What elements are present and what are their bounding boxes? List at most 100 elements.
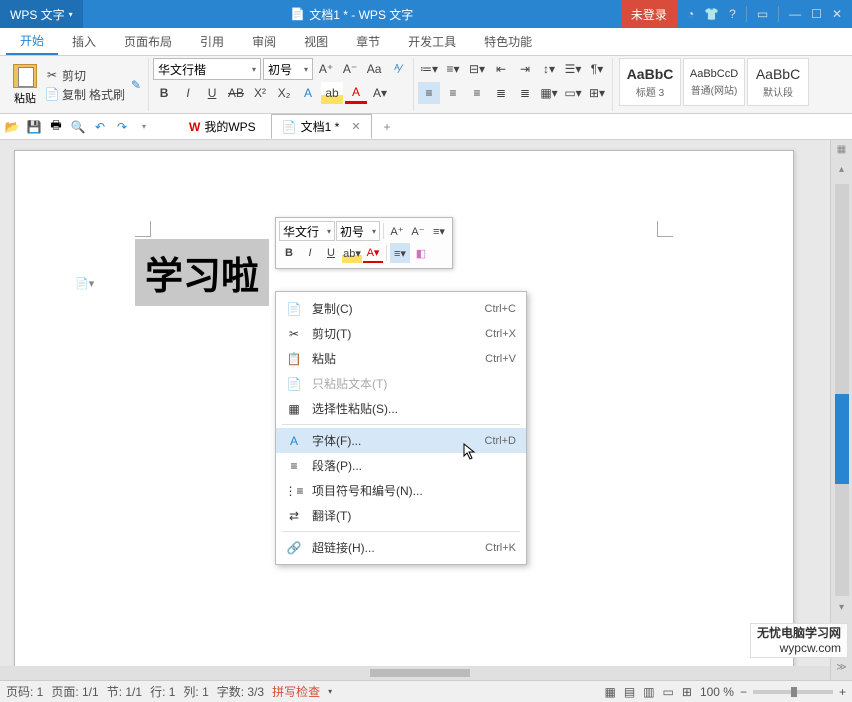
copy-button[interactable]: 📄复制 格式刷 (42, 85, 128, 104)
bullets-button[interactable]: ≔▾ (418, 58, 440, 80)
mini-shrink-font[interactable]: A⁻ (408, 221, 428, 241)
superscript-button[interactable]: X² (249, 82, 271, 104)
minimize-icon[interactable]: — (789, 7, 801, 21)
tab-layout[interactable]: 页面布局 (110, 28, 186, 55)
distribute-button[interactable]: ≣ (514, 82, 536, 104)
scroll-thumb[interactable] (835, 394, 849, 484)
mini-eraser[interactable]: ◧ (411, 243, 431, 263)
next-page-icon[interactable]: ≫ (835, 662, 849, 676)
nav-icon[interactable]: ▦ (835, 144, 849, 158)
selected-text[interactable]: 学习啦 (135, 239, 269, 306)
status-chars[interactable]: 字数: 3/3 (217, 683, 264, 700)
doc-tab[interactable]: 📄 文档1 * ✕ (271, 114, 372, 139)
page[interactable]: 📄▾ 学习啦 华文行▾ 初号▾ A⁺ A⁻ ≡▾ B I U ab▾ A▾ (14, 150, 794, 670)
more-icon[interactable]: ▾ (136, 119, 152, 135)
tab-dev[interactable]: 开发工具 (394, 28, 470, 55)
mini-highlight[interactable]: ab▾ (342, 243, 362, 263)
view-full-icon[interactable]: ⊞ (682, 685, 692, 699)
undo-icon[interactable]: ↶ (92, 119, 108, 135)
view-web-icon[interactable]: ▤ (624, 685, 635, 699)
chevron-up-icon[interactable]: ▴ (835, 164, 849, 178)
paste-button[interactable]: 粘贴 (8, 64, 42, 106)
help-icon[interactable]: ? (729, 7, 736, 21)
ctx-cut[interactable]: ✂剪切(T)Ctrl+X (276, 321, 526, 346)
char-shading-button[interactable]: A▾ (369, 82, 391, 104)
grow-font-button[interactable]: A⁺ (315, 58, 337, 80)
mini-size-select[interactable]: 初号▾ (336, 221, 380, 241)
ctx-paste[interactable]: 📋粘贴Ctrl+V (276, 346, 526, 371)
zoom-out-button[interactable]: − (740, 685, 747, 699)
mini-italic[interactable]: I (300, 243, 320, 263)
strike-button[interactable]: AB (225, 82, 247, 104)
align-left-button[interactable]: ≡ (418, 82, 440, 104)
status-line[interactable]: 行: 1 (150, 683, 175, 700)
ctx-bullets[interactable]: ⋮≡项目符号和编号(N)... (276, 478, 526, 503)
highlight-button[interactable]: ab (321, 82, 343, 104)
style-item[interactable]: AaBbC默认段 (747, 58, 809, 106)
tab-review[interactable]: 审阅 (238, 28, 290, 55)
tab-home[interactable]: 开始 (6, 28, 58, 55)
align-center-button[interactable]: ≡ (442, 82, 464, 104)
tab-chapter[interactable]: 章节 (342, 28, 394, 55)
change-case-button[interactable]: Aa (363, 58, 385, 80)
skin-icon[interactable]: ◔ (687, 7, 694, 21)
zoom-value[interactable]: 100 % (700, 685, 734, 699)
status-page[interactable]: 页面: 1/1 (51, 683, 98, 700)
cut-button[interactable]: ✂剪切 (42, 66, 128, 85)
increase-indent-button[interactable]: ⇥ (514, 58, 536, 80)
status-col[interactable]: 列: 1 (183, 683, 208, 700)
align-justify-button[interactable]: ≣ (490, 82, 512, 104)
mini-align[interactable]: ≡▾ (390, 243, 410, 263)
scroll-thumb[interactable] (370, 669, 470, 677)
font-color-button[interactable]: A (345, 82, 367, 104)
italic-button[interactable]: I (177, 82, 199, 104)
line-spacing-button[interactable]: ↕▾ (538, 58, 560, 80)
border-button[interactable]: ▭▾ (562, 82, 584, 104)
ctx-font[interactable]: A字体(F)...Ctrl+D (276, 428, 526, 453)
vertical-scrollbar[interactable] (835, 184, 849, 596)
ctx-paste-special[interactable]: ▦选择性粘贴(S)... (276, 396, 526, 421)
collapse-ribbon-icon[interactable]: ▭ (757, 7, 768, 21)
mini-bold[interactable]: B (279, 243, 299, 263)
mini-font-color[interactable]: A▾ (363, 243, 383, 263)
style-item[interactable]: AaBbCcD普通(网站) (683, 58, 745, 106)
shading-button[interactable]: ▦▾ (538, 82, 560, 104)
show-marks-button[interactable]: ¶▾ (586, 58, 608, 80)
font-name-select[interactable]: 华文行楷▾ (153, 58, 261, 80)
my-wps-tab[interactable]: W 我的WPS (178, 114, 267, 139)
mini-grow-font[interactable]: A⁺ (387, 221, 407, 241)
zoom-thumb[interactable] (791, 687, 797, 697)
save-icon[interactable]: 💾 (26, 119, 42, 135)
ctx-translate[interactable]: ⇄翻译(T) (276, 503, 526, 528)
multilevel-button[interactable]: ⊟▾ (466, 58, 488, 80)
shirt-icon[interactable]: 👕 (704, 7, 719, 21)
horizontal-scrollbar[interactable] (0, 666, 830, 680)
clear-format-button[interactable]: ᴬ⁄ (387, 58, 409, 80)
view-read-icon[interactable]: ▭ (663, 685, 674, 699)
underline-button[interactable]: U (201, 82, 223, 104)
numbering-button[interactable]: ≡▾ (442, 58, 464, 80)
brush-icon[interactable]: ✎ (128, 78, 144, 92)
zoom-slider[interactable] (753, 690, 833, 694)
redo-icon[interactable]: ↷ (114, 119, 130, 135)
mini-underline[interactable]: U (321, 243, 341, 263)
print-preview-icon[interactable]: 🔍 (70, 119, 86, 135)
tab-view[interactable]: 视图 (290, 28, 342, 55)
print-icon[interactable]: 🖶 (48, 119, 64, 135)
text-effect-button[interactable]: A (297, 82, 319, 104)
ctx-hyperlink[interactable]: 🔗超链接(H)...Ctrl+K (276, 535, 526, 560)
sort-button[interactable]: ☰▾ (562, 58, 584, 80)
tab-reference[interactable]: 引用 (186, 28, 238, 55)
dropdown-icon[interactable]: ▾ (328, 687, 332, 696)
mini-indent-button[interactable]: ≡▾ (429, 221, 449, 241)
new-tab-button[interactable]: + (376, 120, 399, 134)
ctx-paragraph[interactable]: ≡段落(P)... (276, 453, 526, 478)
chevron-down-icon[interactable]: ▾ (835, 602, 849, 616)
login-button[interactable]: 未登录 (621, 0, 677, 28)
style-item[interactable]: AaBbC标题 3 (619, 58, 681, 106)
status-spellcheck[interactable]: 拼写检查 (272, 683, 320, 700)
ctx-copy[interactable]: 📄复制(C)Ctrl+C (276, 296, 526, 321)
app-menu[interactable]: WPS 文字 ▾ (0, 0, 83, 28)
tab-button[interactable]: ⊞▾ (586, 82, 608, 104)
close-icon[interactable]: ✕ (832, 7, 842, 21)
